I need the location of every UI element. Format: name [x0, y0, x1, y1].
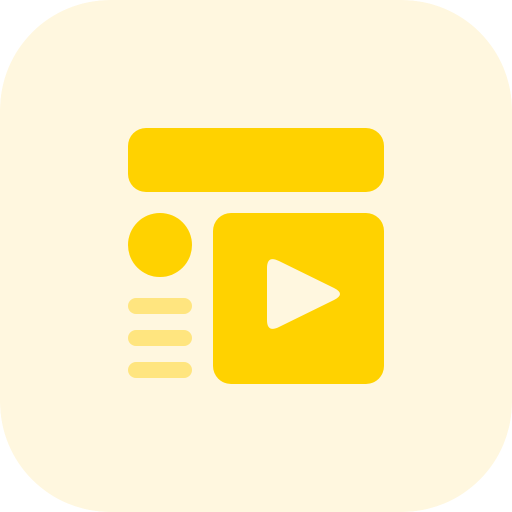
video-content-layout-icon	[0, 0, 512, 512]
text-line	[128, 298, 192, 314]
header-bar	[128, 128, 384, 192]
icon-graphic	[0, 0, 512, 512]
text-line	[128, 330, 192, 346]
text-line	[128, 362, 192, 378]
avatar-circle	[128, 213, 192, 277]
